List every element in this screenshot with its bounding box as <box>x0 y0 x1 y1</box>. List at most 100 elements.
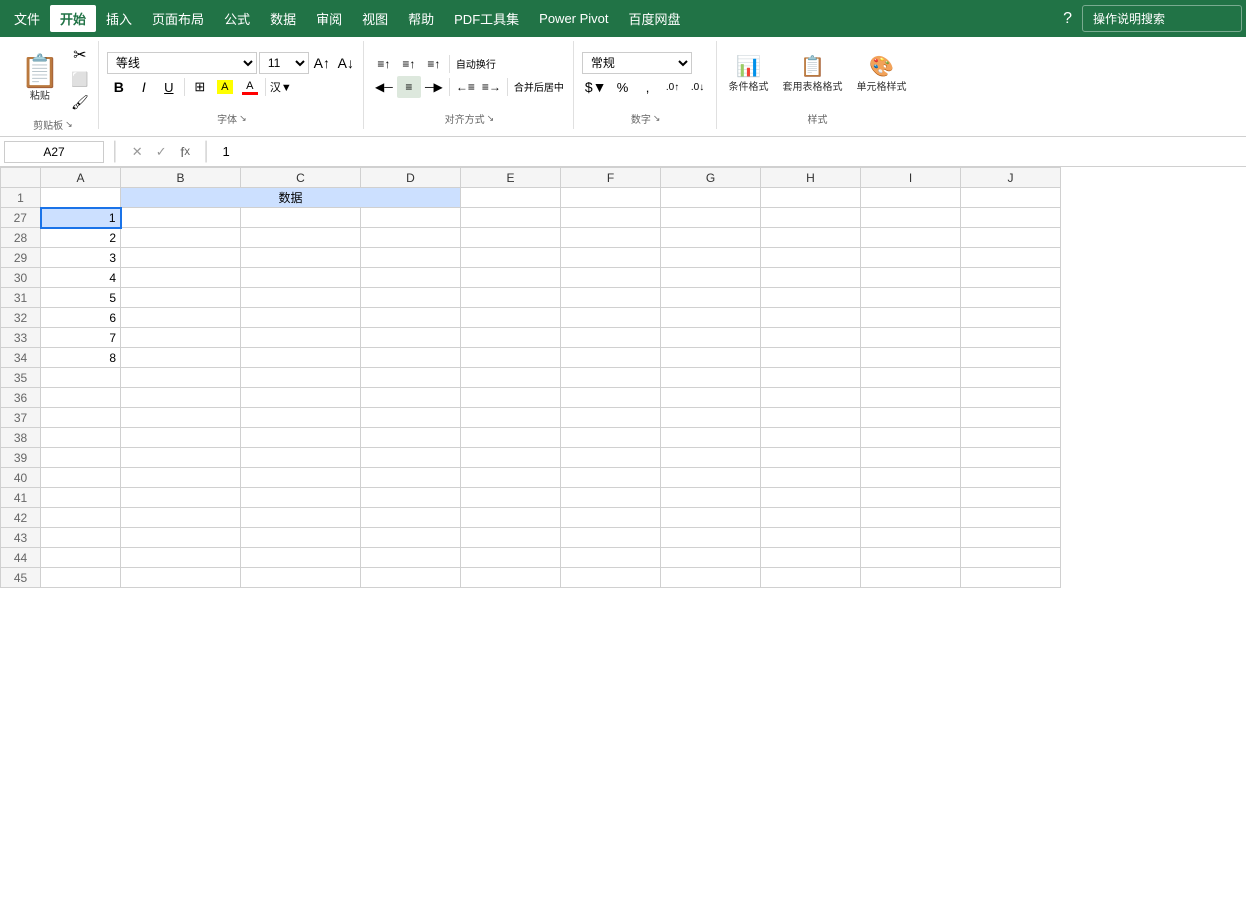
cell-C44[interactable] <box>241 548 361 568</box>
cell-J44[interactable] <box>961 548 1061 568</box>
cell-J39[interactable] <box>961 448 1061 468</box>
cell-J35[interactable] <box>961 368 1061 388</box>
cell-G27[interactable] <box>661 208 761 228</box>
comma-button[interactable]: , <box>636 76 660 98</box>
cell-H35[interactable] <box>761 368 861 388</box>
cell-F32[interactable] <box>561 308 661 328</box>
cell-E36[interactable] <box>461 388 561 408</box>
menu-powerpivot[interactable]: Power Pivot <box>529 7 618 30</box>
cell-B41[interactable] <box>121 488 241 508</box>
cell-H33[interactable] <box>761 328 861 348</box>
cell-reference-input[interactable] <box>4 141 104 163</box>
cell-B33[interactable] <box>121 328 241 348</box>
border-button[interactable]: ⊞ <box>188 76 212 98</box>
cell-C29[interactable] <box>241 248 361 268</box>
cell-H38[interactable] <box>761 428 861 448</box>
cell-H1[interactable] <box>761 188 861 208</box>
formula-confirm-button[interactable]: ✓ <box>151 142 171 162</box>
cell-D39[interactable] <box>361 448 461 468</box>
cell-J31[interactable] <box>961 288 1061 308</box>
cell-F45[interactable] <box>561 568 661 588</box>
col-header-A[interactable]: A <box>41 168 121 188</box>
cell-D30[interactable] <box>361 268 461 288</box>
menu-page-layout[interactable]: 页面布局 <box>142 5 214 32</box>
cell-G1[interactable] <box>661 188 761 208</box>
cell-I42[interactable] <box>861 508 961 528</box>
cell-H44[interactable] <box>761 548 861 568</box>
cut-button[interactable]: ✂ <box>68 43 92 67</box>
cell-D38[interactable] <box>361 428 461 448</box>
menu-formula[interactable]: 公式 <box>214 5 260 32</box>
italic-button[interactable]: I <box>132 76 156 98</box>
menu-search[interactable]: 操作说明搜索 <box>1082 5 1242 32</box>
cell-J30[interactable] <box>961 268 1061 288</box>
cell-D27[interactable] <box>361 208 461 228</box>
cell-G45[interactable] <box>661 568 761 588</box>
cell-I32[interactable] <box>861 308 961 328</box>
cell-A33[interactable]: 7 <box>41 328 121 348</box>
cell-C31[interactable] <box>241 288 361 308</box>
cell-I28[interactable] <box>861 228 961 248</box>
cell-B1-merged[interactable]: 数据 <box>121 188 461 208</box>
cell-I29[interactable] <box>861 248 961 268</box>
cell-C33[interactable] <box>241 328 361 348</box>
cell-B44[interactable] <box>121 548 241 568</box>
cell-G39[interactable] <box>661 448 761 468</box>
cell-C39[interactable] <box>241 448 361 468</box>
menu-view[interactable]: 视图 <box>352 5 398 32</box>
indent-decrease-button[interactable]: ←≡ <box>453 76 478 98</box>
cell-H27[interactable] <box>761 208 861 228</box>
col-header-H[interactable]: H <box>761 168 861 188</box>
spreadsheet[interactable]: ABCDEFGHIJ 1数据27128229330431532633734835… <box>0 167 1246 910</box>
cell-B39[interactable] <box>121 448 241 468</box>
cell-G40[interactable] <box>661 468 761 488</box>
menu-help[interactable]: 帮助 <box>398 5 444 32</box>
cell-J37[interactable] <box>961 408 1061 428</box>
cell-D35[interactable] <box>361 368 461 388</box>
cell-H36[interactable] <box>761 388 861 408</box>
cell-G35[interactable] <box>661 368 761 388</box>
cell-I36[interactable] <box>861 388 961 408</box>
font-name-select[interactable]: 等线 <box>107 52 257 74</box>
number-format-select[interactable]: 常规 <box>582 52 692 74</box>
cell-H34[interactable] <box>761 348 861 368</box>
cell-I39[interactable] <box>861 448 961 468</box>
cell-A38[interactable] <box>41 428 121 448</box>
cell-C38[interactable] <box>241 428 361 448</box>
cell-I43[interactable] <box>861 528 961 548</box>
menu-home[interactable]: 开始 <box>50 5 96 32</box>
cell-C42[interactable] <box>241 508 361 528</box>
cell-F38[interactable] <box>561 428 661 448</box>
cell-A39[interactable] <box>41 448 121 468</box>
col-header-F[interactable]: F <box>561 168 661 188</box>
cell-F36[interactable] <box>561 388 661 408</box>
col-header-J[interactable]: J <box>961 168 1061 188</box>
special-format-button[interactable]: 汉▼ <box>269 76 293 98</box>
menu-review[interactable]: 审阅 <box>306 5 352 32</box>
cell-I27[interactable] <box>861 208 961 228</box>
cell-G34[interactable] <box>661 348 761 368</box>
cell-G36[interactable] <box>661 388 761 408</box>
cell-G31[interactable] <box>661 288 761 308</box>
cell-C45[interactable] <box>241 568 361 588</box>
cell-D40[interactable] <box>361 468 461 488</box>
cell-C40[interactable] <box>241 468 361 488</box>
cell-D34[interactable] <box>361 348 461 368</box>
cell-J38[interactable] <box>961 428 1061 448</box>
cell-I34[interactable] <box>861 348 961 368</box>
cell-G38[interactable] <box>661 428 761 448</box>
cell-A28[interactable]: 2 <box>41 228 121 248</box>
align-top-center-button[interactable]: ≡↑ <box>397 53 421 75</box>
cell-A45[interactable] <box>41 568 121 588</box>
cell-E40[interactable] <box>461 468 561 488</box>
cell-F34[interactable] <box>561 348 661 368</box>
cell-H29[interactable] <box>761 248 861 268</box>
cell-A1[interactable] <box>41 188 121 208</box>
menu-insert[interactable]: 插入 <box>96 5 142 32</box>
cell-F44[interactable] <box>561 548 661 568</box>
cell-J32[interactable] <box>961 308 1061 328</box>
formula-function-button[interactable]: fx <box>175 142 195 162</box>
cell-F1[interactable] <box>561 188 661 208</box>
cell-G43[interactable] <box>661 528 761 548</box>
cell-E35[interactable] <box>461 368 561 388</box>
